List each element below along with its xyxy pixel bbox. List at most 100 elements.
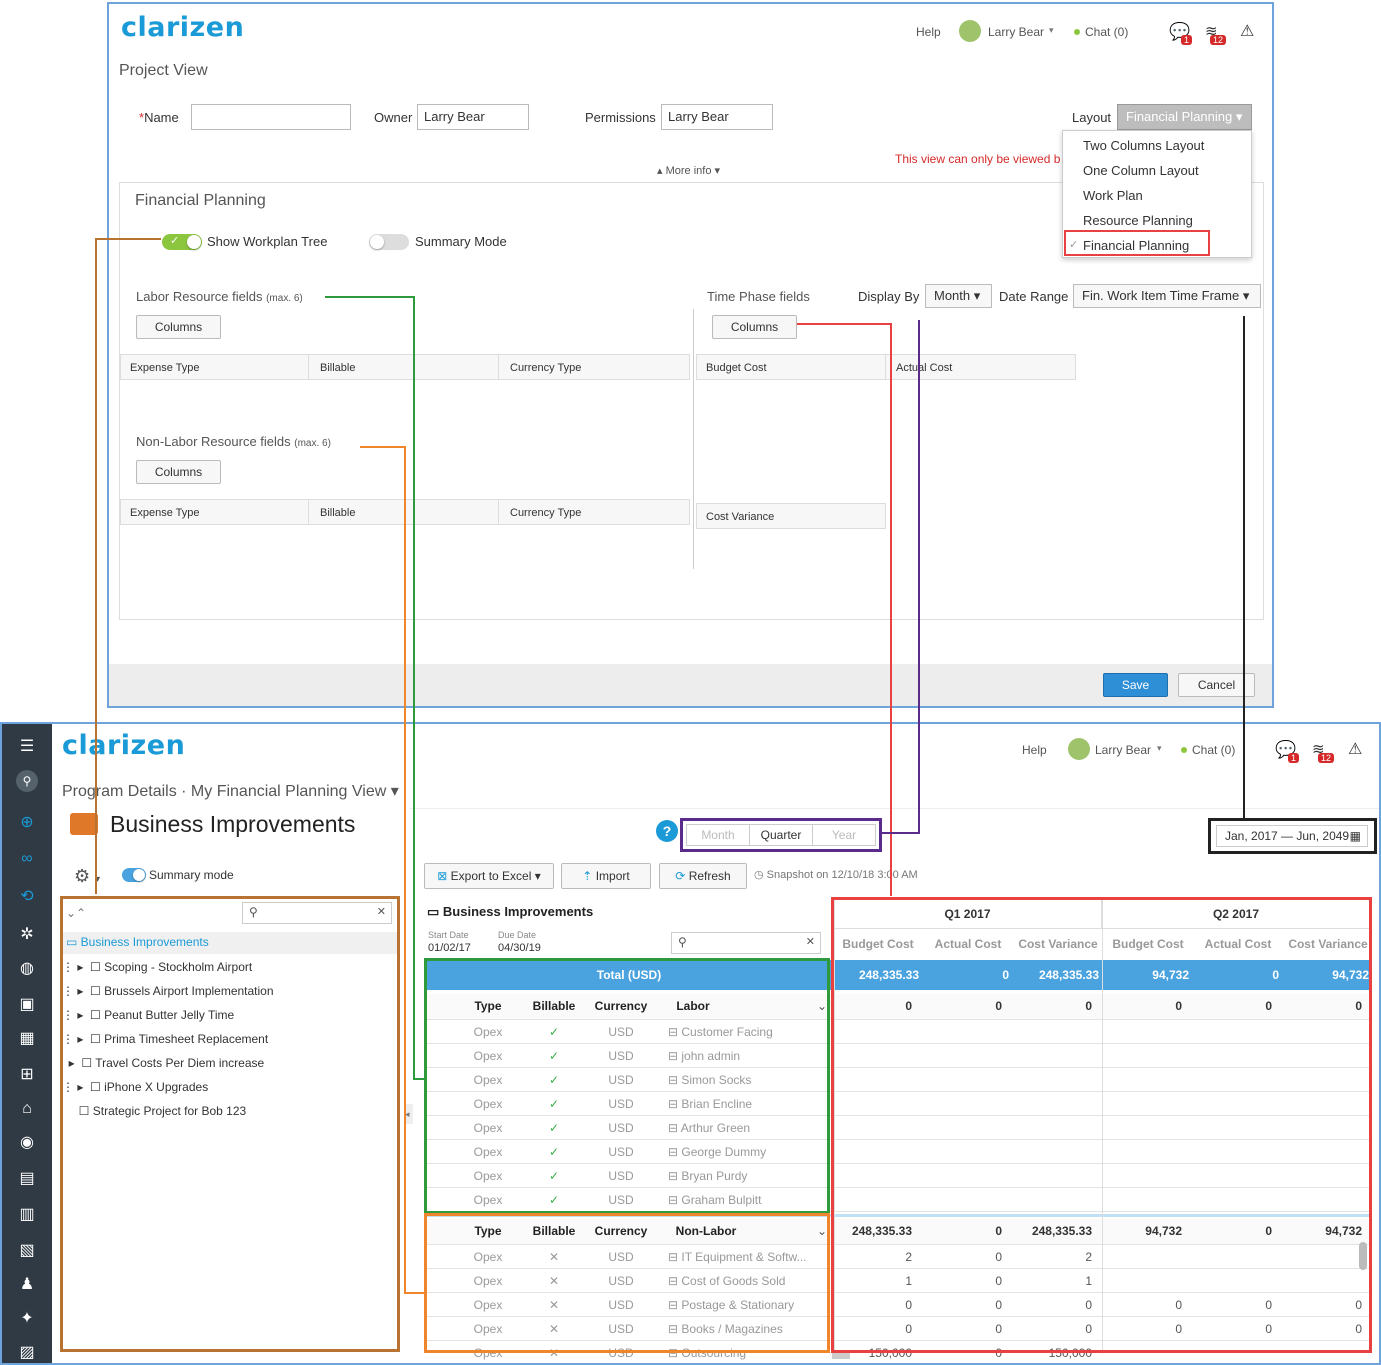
import-button[interactable]: ⇡ Import	[561, 863, 651, 889]
network-icon[interactable]: ✲	[16, 924, 38, 946]
more-info-link[interactable]: ▴ More info ▾	[657, 164, 720, 177]
refresh-icon: ⟳	[675, 869, 686, 883]
grid-title: ▭ Business Improvements	[427, 904, 594, 919]
breadcrumb-program-details[interactable]: Program Details	[62, 783, 177, 800]
help-icon[interactable]: ?	[656, 820, 678, 842]
layout-select[interactable]: Financial Planning ▾	[1117, 104, 1252, 130]
clipboard-icon[interactable]: ▧	[16, 1240, 38, 1262]
menu-item-resource-planning[interactable]: Resource Planning	[1083, 213, 1193, 228]
program-title: Business Improvements	[110, 811, 356, 837]
divider	[308, 499, 309, 525]
snapshot-text: ◷ Snapshot on 12/10/18 3:00 AM	[754, 869, 918, 881]
excel-icon: ⊠	[437, 869, 448, 883]
divider	[308, 354, 309, 380]
collapse-panel-handle[interactable]: ◂	[405, 1104, 413, 1124]
user-icon[interactable]: ♟	[16, 1274, 38, 1296]
history-icon[interactable]: ⟲	[16, 886, 38, 908]
user-avatar[interactable]	[959, 20, 981, 42]
search-icon[interactable]: ⚲	[16, 770, 38, 792]
infinity-icon[interactable]: ∞	[16, 848, 38, 870]
col-cost-variance: Cost Variance	[706, 511, 775, 523]
add-icon[interactable]: ⊕	[16, 812, 38, 834]
search-icon: ⚲	[678, 935, 687, 949]
lightbulb-icon[interactable]: ✦	[16, 1308, 38, 1330]
save-button[interactable]: Save	[1103, 673, 1168, 697]
show-workplan-tree-toggle[interactable]: ✓	[162, 234, 202, 250]
start-date-label: Start Date	[428, 930, 469, 940]
alert-icon[interactable]: ⚠	[1348, 739, 1362, 759]
notifications-badge: 12	[1318, 753, 1335, 763]
summary-mode-label: Summary Mode	[415, 234, 507, 249]
breadcrumb: Program Details · My Financial Planning …	[62, 783, 399, 800]
online-status-icon	[1181, 747, 1187, 753]
menu-item-one-column[interactable]: One Column Layout	[1083, 163, 1199, 178]
user-avatar[interactable]	[1068, 738, 1090, 760]
show-workplan-tree-label: Show Workplan Tree	[207, 234, 328, 249]
timephase-fields-title: Time Phase fields	[707, 289, 810, 304]
chat-link[interactable]: Chat (0)	[1192, 743, 1235, 757]
chevron-down-icon: ▾	[1049, 25, 1054, 35]
timephase-columns-header: Budget Cost Actual Cost	[696, 354, 1076, 380]
clarizen-logo: clarizen	[62, 730, 186, 761]
col-budget-cost: Budget Cost	[706, 362, 767, 374]
labor-fields-title: Labor Resource fields (max. 6)	[136, 289, 303, 304]
org-chart-icon[interactable]: ⊞	[16, 1064, 38, 1086]
owner-field[interactable]: Larry Bear	[417, 104, 529, 130]
breadcrumb-view[interactable]: My Financial Planning View	[191, 783, 386, 800]
home-icon[interactable]: ⌂	[16, 1098, 38, 1120]
view-warning: This view can only be viewed b	[895, 152, 1061, 166]
chat-bubble-icon[interactable]: ◉	[16, 1132, 38, 1154]
help-link[interactable]: Help	[916, 25, 941, 39]
labor-columns-header: Expense Type Billable Currency Type	[120, 354, 690, 380]
menu-item-work-plan[interactable]: Work Plan	[1083, 188, 1143, 203]
globe-icon[interactable]: ◍	[16, 958, 38, 980]
summary-mode-toggle[interactable]	[369, 234, 409, 250]
help-link[interactable]: Help	[1022, 743, 1047, 757]
apps-icon[interactable]: ▦	[16, 1028, 38, 1050]
briefcase-icon[interactable]: ▤	[16, 1168, 38, 1190]
name-field[interactable]	[191, 104, 351, 130]
notifications-badge: 12	[1210, 35, 1227, 45]
labor-columns-button[interactable]: Columns	[136, 315, 221, 339]
horizontal-scrollbar[interactable]	[832, 1353, 850, 1359]
inbox-icon[interactable]: ▣	[16, 994, 38, 1016]
date-range-select[interactable]: Fin. Work Item Time Frame ▾	[1073, 284, 1261, 308]
timephase-columns-button[interactable]: Columns	[712, 315, 797, 339]
display-by-select[interactable]: Month ▾	[925, 284, 992, 308]
close-icon[interactable]: ✕	[806, 935, 815, 948]
vertical-scrollbar[interactable]	[1359, 1242, 1367, 1270]
suitcase-icon[interactable]: ▥	[16, 1204, 38, 1226]
comments-badge: 1	[1181, 35, 1193, 45]
nonlabor-columns-button[interactable]: Columns	[136, 460, 221, 484]
due-date-label: Due Date	[498, 930, 537, 940]
document-icon[interactable]: ▨	[16, 1342, 38, 1363]
financial-planning-window: ☰ ⚲ ⊕ ∞ ⟲ ✲ ◍ ▣ ▦ ⊞ ⌂ ◉ ▤ ▥ ▧ ♟ ✦ ▨ clar…	[0, 722, 1381, 1365]
menu-icon[interactable]: ☰	[16, 736, 38, 758]
project-view-window: clarizen Help Larry Bear ▾ Chat (0) 💬 1 …	[107, 2, 1274, 708]
summary-mode-toggle[interactable]	[122, 868, 146, 882]
highlight-box	[1064, 230, 1210, 256]
summary-mode-label: Summary mode	[149, 868, 234, 882]
col-expense-type: Expense Type	[130, 362, 200, 374]
annotation-box	[831, 897, 1372, 1353]
program-icon	[70, 813, 98, 835]
menu-item-two-columns[interactable]: Two Columns Layout	[1083, 138, 1204, 153]
col-actual-cost: Actual Cost	[896, 362, 953, 374]
annotation-box	[60, 896, 400, 1352]
permissions-field[interactable]: Larry Bear	[661, 104, 773, 130]
owner-label: Owner	[374, 110, 413, 125]
user-menu[interactable]: Larry Bear	[988, 25, 1044, 39]
permissions-label: Permissions	[585, 110, 656, 125]
export-button[interactable]: ⊠ Export to Excel ▾	[424, 863, 554, 889]
divider	[498, 499, 499, 525]
alert-icon[interactable]: ⚠	[1240, 21, 1254, 41]
clarizen-logo: clarizen	[121, 12, 245, 43]
date-range-label: Date Range	[999, 289, 1069, 304]
display-by-label: Display By	[858, 289, 920, 304]
grid-search-input[interactable]: ⚲ ✕	[671, 932, 821, 954]
user-menu[interactable]: Larry Bear	[1095, 743, 1151, 757]
chat-link[interactable]: Chat (0)	[1085, 25, 1128, 39]
annotation-box	[680, 818, 882, 852]
refresh-button[interactable]: ⟳ Refresh	[659, 863, 747, 889]
col-currency-type: Currency Type	[510, 362, 582, 374]
